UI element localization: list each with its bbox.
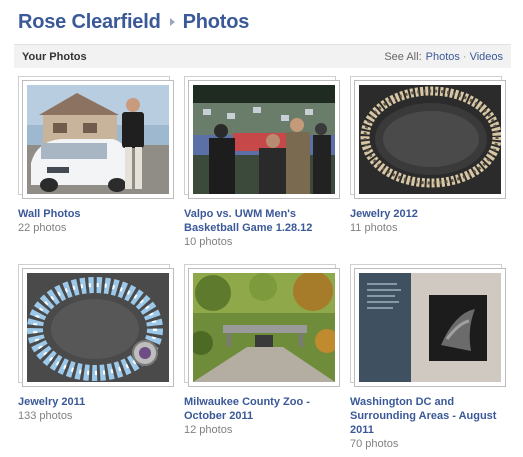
album-cover-image bbox=[193, 85, 335, 194]
album-cover-frame bbox=[22, 268, 174, 387]
album-photo-count: 70 photos bbox=[350, 438, 399, 450]
album-title-link[interactable]: Milwaukee County Zoo - October 2011 bbox=[184, 395, 334, 423]
album-cover-image bbox=[27, 273, 169, 382]
album-cover-frame bbox=[22, 80, 174, 199]
album-cover-frame bbox=[188, 268, 340, 387]
see-all-photos-link[interactable]: Photos bbox=[426, 51, 460, 63]
album-card: Wall Photos 22 photos bbox=[18, 76, 178, 235]
see-all-links: See All: Photos · Videos bbox=[384, 51, 503, 63]
album-cover-image bbox=[27, 85, 169, 194]
album-cover-link[interactable] bbox=[350, 264, 506, 387]
album-photo-count: 133 photos bbox=[18, 410, 73, 422]
album-title-link[interactable]: Jewelry 2012 bbox=[350, 207, 500, 221]
album-cover-frame bbox=[354, 80, 506, 199]
album-title-link[interactable]: Wall Photos bbox=[18, 207, 168, 221]
album-photo-count: 10 photos bbox=[184, 236, 233, 248]
album-cover-link[interactable] bbox=[18, 264, 174, 387]
album-cover-link[interactable] bbox=[350, 76, 506, 199]
breadcrumb-arrow-icon bbox=[169, 18, 175, 26]
album-card: Jewelry 2011 133 photos bbox=[18, 264, 178, 423]
album-title-link[interactable]: Washington DC and Surrounding Areas - Au… bbox=[350, 395, 500, 437]
see-all-label: See All: bbox=[384, 50, 422, 63]
profile-name-link[interactable]: Rose Clearfield bbox=[18, 11, 161, 34]
album-card: Jewelry 2012 11 photos bbox=[350, 76, 510, 235]
page-title[interactable]: Photos bbox=[183, 11, 250, 34]
album-photo-count: 22 photos bbox=[18, 222, 67, 234]
album-cover-image bbox=[359, 273, 501, 382]
album-cover-frame bbox=[354, 268, 506, 387]
album-cover-image bbox=[359, 85, 501, 194]
link-separator: · bbox=[462, 50, 467, 63]
album-title-link[interactable]: Valpo vs. UWM Men's Basketball Game 1.28… bbox=[184, 207, 334, 235]
album-card: Washington DC and Surrounding Areas - Au… bbox=[350, 264, 510, 451]
album-card: Milwaukee County Zoo - October 2011 12 p… bbox=[184, 264, 344, 437]
section-title: Your Photos bbox=[22, 50, 87, 63]
album-photo-count: 12 photos bbox=[184, 424, 233, 436]
album-cover-link[interactable] bbox=[18, 76, 174, 199]
section-header-bar: Your Photos See All: Photos · Videos bbox=[14, 44, 511, 68]
album-title-link[interactable]: Jewelry 2011 bbox=[18, 395, 168, 409]
album-cover-link[interactable] bbox=[184, 264, 340, 387]
see-all-videos-link[interactable]: Videos bbox=[470, 51, 503, 63]
album-photo-count: 11 photos bbox=[350, 222, 398, 234]
page-header: Rose Clearfield Photos bbox=[18, 8, 249, 36]
album-card: Valpo vs. UWM Men's Basketball Game 1.28… bbox=[184, 76, 344, 249]
album-cover-link[interactable] bbox=[184, 76, 340, 199]
album-cover-frame bbox=[188, 80, 340, 199]
album-cover-image bbox=[193, 273, 335, 382]
